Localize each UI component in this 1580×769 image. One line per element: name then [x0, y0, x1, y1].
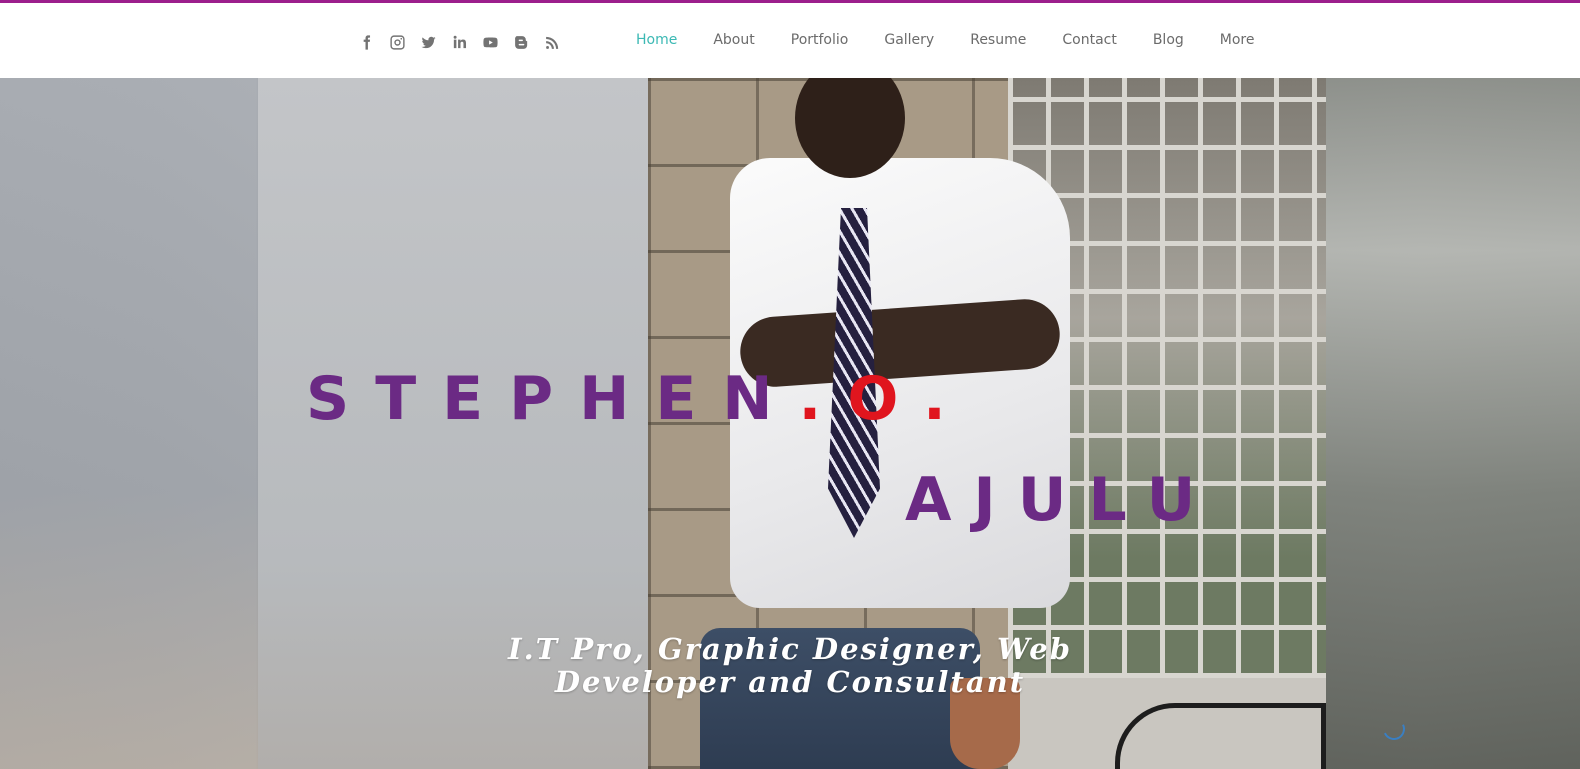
youtube-icon[interactable] [480, 32, 500, 52]
nav-blog[interactable]: Blog [1135, 32, 1202, 48]
hero-name-first: STEPHEN.O. [306, 364, 972, 434]
nav-contact[interactable]: Contact [1044, 32, 1134, 48]
nav-gallery[interactable]: Gallery [866, 32, 952, 48]
hero-blur-left [0, 78, 258, 769]
twitter-icon[interactable] [418, 32, 438, 52]
name-initial: O [847, 364, 924, 434]
hero-blur-right [1326, 78, 1580, 769]
facebook-icon[interactable] [356, 32, 376, 52]
name-separator: . [923, 364, 972, 434]
hero-name-last: AJULU [905, 465, 1218, 535]
main-nav: Home About Portfolio Gallery Resume Cont… [618, 32, 1273, 48]
blogger-icon[interactable] [511, 32, 531, 52]
nav-resume[interactable]: Resume [952, 32, 1044, 48]
name-first: STEPHEN [306, 364, 799, 434]
hero-tagline: I.T Pro, Graphic Designer, Web Developer… [508, 632, 1072, 699]
nav-portfolio[interactable]: Portfolio [773, 32, 867, 48]
nav-more[interactable]: More [1202, 32, 1273, 48]
name-separator: . [798, 364, 848, 434]
hero-photo-railing [1115, 703, 1326, 769]
instagram-icon[interactable] [387, 32, 407, 52]
nav-about[interactable]: About [695, 32, 772, 48]
rss-icon[interactable] [542, 32, 562, 52]
social-links [356, 32, 562, 52]
site-header: Home About Portfolio Gallery Resume Cont… [0, 3, 1580, 78]
linkedin-icon[interactable] [449, 32, 469, 52]
nav-home[interactable]: Home [618, 32, 695, 48]
